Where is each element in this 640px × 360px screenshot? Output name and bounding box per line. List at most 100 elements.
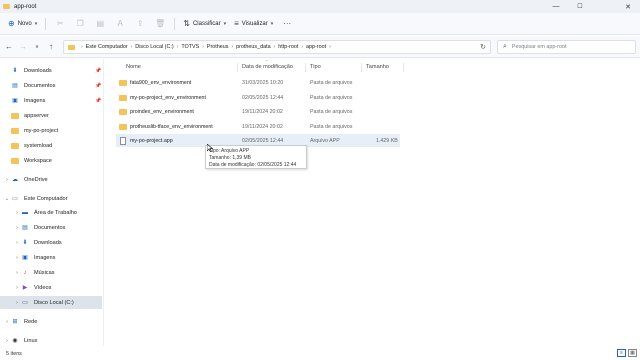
- sidebar-item-videos[interactable]: › ▶ Vídeos: [0, 281, 102, 294]
- breadcrumb-item[interactable]: http-root: [278, 44, 298, 50]
- forward-arrow-icon[interactable]: →: [16, 40, 30, 54]
- linux-icon: ◉: [12, 338, 18, 344]
- maximize-button[interactable]: ☐: [568, 0, 592, 13]
- back-arrow-icon[interactable]: ←: [2, 40, 16, 54]
- chevron-right-icon: ›: [130, 44, 133, 50]
- sidebar-item-downloads[interactable]: ⬇ Downloads 📌: [0, 64, 102, 77]
- file-modified: 02/05/2025 12:44: [242, 137, 284, 144]
- refresh-icon[interactable]: ↻: [477, 40, 489, 54]
- sidebar-item-workspace[interactable]: Workspace: [0, 154, 102, 167]
- chevron-right-icon[interactable]: ›: [3, 319, 11, 325]
- chevron-right-icon[interactable]: ›: [13, 210, 21, 216]
- item-count: 5 itens: [6, 350, 22, 357]
- breadcrumb-item[interactable]: protheus_data: [236, 44, 270, 50]
- folder-icon: [3, 4, 10, 9]
- sort-icon: ⇅: [183, 19, 190, 28]
- sidebar-item-label: Downloads: [34, 239, 62, 246]
- sidebar-item-systemload[interactable]: systemload: [0, 139, 102, 152]
- sidebar-item-linux[interactable]: › ◉ Linux: [0, 334, 102, 347]
- sidebar-item-my-po-project[interactable]: my-po-project: [0, 124, 102, 137]
- sidebar-item-label: appserver: [24, 112, 49, 119]
- search-input[interactable]: ⌕ Pesquisar em app-root: [497, 40, 636, 54]
- file-row[interactable]: my-po-project_env_environment 02/05/2025…: [116, 91, 403, 104]
- column-header-modified[interactable]: Data de modificação: [242, 64, 293, 70]
- column-header-name[interactable]: Nome: [126, 64, 141, 70]
- chevron-right-icon[interactable]: ›: [13, 300, 21, 306]
- search-icon: ⌕: [503, 43, 507, 50]
- sidebar-item-label: Imagens: [34, 254, 56, 261]
- sidebar-item-documentos[interactable]: ▤ Documentos 📌: [0, 79, 102, 92]
- sidebar-item-label: Linux: [24, 337, 38, 344]
- tooltip-modified: Data de modificação: 02/05/2025 12:44: [209, 162, 297, 168]
- chevron-right-icon[interactable]: ›: [13, 285, 21, 291]
- file-row[interactable]: protheuslib-tface_env_environment 19/11/…: [116, 120, 403, 133]
- up-arrow-icon[interactable]: ↑: [44, 40, 58, 54]
- close-button[interactable]: ✕: [616, 0, 640, 13]
- file-modified: 19/11/2024 20:02: [242, 123, 283, 130]
- new-button[interactable]: ⊕ Novo ▾: [4, 16, 41, 32]
- file-type: Arquivo APP: [310, 137, 340, 144]
- command-bar: ⊕ Novo ▾ ✂ ❐ ▤ Ａ ⇪ 🗑 ⇅ Classificar ▾ ≡ V…: [0, 13, 640, 35]
- chevron-right-icon[interactable]: ›: [3, 338, 11, 344]
- sidebar-item-area-de-trabalho[interactable]: › ▬ Área de Trabalho: [0, 206, 102, 219]
- search-placeholder: Pesquisar em app-root: [511, 44, 567, 50]
- file-modified: 19/11/2024 20:02: [242, 108, 283, 115]
- view-button[interactable]: ≡ Visualizar ▾: [230, 16, 277, 32]
- column-header-size[interactable]: Tamanho: [366, 64, 389, 70]
- sidebar-item-label: OneDrive: [24, 176, 48, 183]
- sidebar-item-rede[interactable]: › ⊞ Rede: [0, 315, 102, 328]
- sidebar-item-imagens[interactable]: ▣ Imagens 📌: [0, 94, 102, 107]
- chevron-right-icon[interactable]: ›: [13, 240, 21, 246]
- chevron-right-icon[interactable]: ›: [13, 270, 21, 276]
- recent-chevron-icon[interactable]: ∨: [30, 40, 44, 54]
- new-button-label: Novo: [17, 20, 32, 27]
- image-icon: ▣: [12, 98, 18, 104]
- tiles-view-icon[interactable]: ▦: [628, 349, 637, 357]
- breadcrumb-item[interactable]: Este Computador: [86, 44, 128, 50]
- file-name: protheuslib-tface_env_environment: [130, 123, 213, 130]
- rename-icon[interactable]: Ａ: [110, 16, 130, 32]
- sidebar-item-documentos[interactable]: › ▤ Documentos: [0, 221, 102, 234]
- delete-icon[interactable]: 🗑: [150, 16, 170, 32]
- column-divider[interactable]: [403, 63, 404, 72]
- column-divider[interactable]: [237, 63, 238, 72]
- more-options-button[interactable]: ···: [283, 19, 291, 28]
- mouse-cursor-icon: [207, 144, 213, 152]
- breadcrumb-item[interactable]: Protheus: [207, 44, 229, 50]
- chevron-down-icon[interactable]: ⌄: [3, 196, 11, 202]
- column-divider[interactable]: [305, 63, 306, 72]
- sidebar-item-imagens[interactable]: › ▣ Imagens: [0, 251, 102, 264]
- sidebar-item-musicas[interactable]: › ♪ Músicas: [0, 266, 102, 279]
- details-view-icon[interactable]: ≡: [617, 349, 626, 357]
- chevron-right-icon[interactable]: ›: [13, 255, 21, 261]
- breadcrumb-item[interactable]: app-root: [306, 44, 326, 50]
- download-icon: ⬇: [22, 240, 28, 246]
- chevron-right-icon: ›: [81, 44, 83, 50]
- sort-button[interactable]: ⇅ Classificar ▾: [179, 16, 230, 32]
- breadcrumb-item[interactable]: TOTVS: [181, 44, 199, 50]
- chevron-right-icon[interactable]: ›: [13, 225, 21, 231]
- chevron-right-icon[interactable]: ›: [3, 177, 11, 183]
- sidebar-item-appserver[interactable]: appserver: [0, 109, 102, 122]
- sidebar-item-onedrive[interactable]: › ☁ OneDrive: [0, 173, 102, 186]
- column-divider[interactable]: [361, 63, 362, 72]
- paste-icon[interactable]: ▤: [90, 16, 110, 32]
- sidebar-item-downloads[interactable]: › ⬇ Downloads: [0, 236, 102, 249]
- folder-icon: [119, 94, 127, 101]
- column-header-type[interactable]: Tipo: [310, 64, 321, 70]
- computer-icon: ▭: [12, 196, 18, 202]
- address-bar[interactable]: › Este Computador › Disco Local (C:) › T…: [63, 40, 491, 54]
- file-row[interactable]: fata900_env_environment 31/03/2025 10:20…: [116, 76, 403, 89]
- sidebar-item-label: systemload: [24, 142, 53, 149]
- sidebar-item-este-computador[interactable]: ⌄ ▭ Este Computador: [0, 192, 102, 205]
- breadcrumb-item[interactable]: Disco Local (C:): [135, 44, 173, 50]
- cut-icon[interactable]: ✂: [50, 16, 70, 32]
- file-row[interactable]: proindex_env_environment 19/11/2024 20:0…: [116, 105, 403, 118]
- sidebar-item-disco-local[interactable]: › ▭ Disco Local (C:): [0, 296, 102, 309]
- sidebar-item-label: Este Computador: [24, 195, 68, 202]
- minimize-button[interactable]: —: [544, 0, 568, 13]
- copy-icon[interactable]: ❐: [70, 16, 90, 32]
- sort-button-label: Classificar: [192, 20, 221, 27]
- share-icon[interactable]: ⇪: [130, 16, 150, 32]
- sidebar-item-label: Disco Local (C:): [34, 299, 74, 306]
